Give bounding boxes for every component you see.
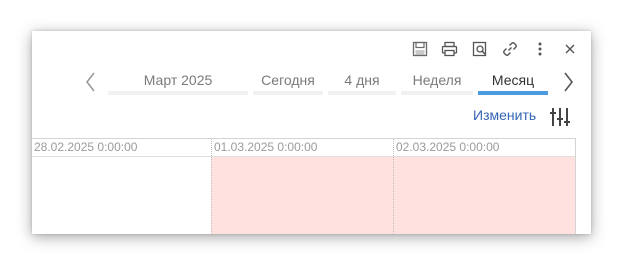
timeline-header: 28.02.2025 0:00:00 01.03.2025 0:00:00 02… bbox=[32, 139, 575, 157]
window-toolbar bbox=[401, 39, 581, 59]
save-icon[interactable] bbox=[408, 39, 431, 59]
timeline-column-divider bbox=[211, 139, 212, 234]
close-icon[interactable] bbox=[558, 39, 581, 59]
period-navigation: Март 2025 Сегодня 4 дня Неделя Месяц bbox=[82, 69, 577, 95]
tab-today[interactable]: Сегодня bbox=[253, 69, 323, 95]
timeline-column-label: 28.02.2025 0:00:00 bbox=[34, 140, 138, 154]
timeline-column-label: 01.03.2025 0:00:00 bbox=[214, 140, 318, 154]
link-icon[interactable] bbox=[498, 39, 521, 59]
chevron-left-icon[interactable] bbox=[82, 71, 100, 93]
tab-4-days[interactable]: 4 дня bbox=[328, 69, 396, 95]
calendar-window: Март 2025 Сегодня 4 дня Неделя Месяц Изм… bbox=[32, 31, 591, 234]
print-preview-icon[interactable] bbox=[468, 39, 491, 59]
tab-week[interactable]: Неделя bbox=[401, 69, 473, 95]
period-current-month[interactable]: Март 2025 bbox=[108, 69, 248, 95]
chevron-right-icon[interactable] bbox=[559, 71, 577, 93]
timeline-column-divider bbox=[393, 139, 394, 234]
timeline-column-label: 02.03.2025 0:00:00 bbox=[396, 140, 500, 154]
print-icon[interactable] bbox=[438, 39, 461, 59]
timeline-grid: 28.02.2025 0:00:00 01.03.2025 0:00:00 02… bbox=[32, 138, 576, 234]
sliders-icon[interactable] bbox=[549, 106, 571, 128]
more-vertical-icon[interactable] bbox=[528, 39, 551, 59]
edit-button[interactable]: Изменить bbox=[473, 107, 536, 123]
tab-month[interactable]: Месяц bbox=[478, 69, 548, 95]
